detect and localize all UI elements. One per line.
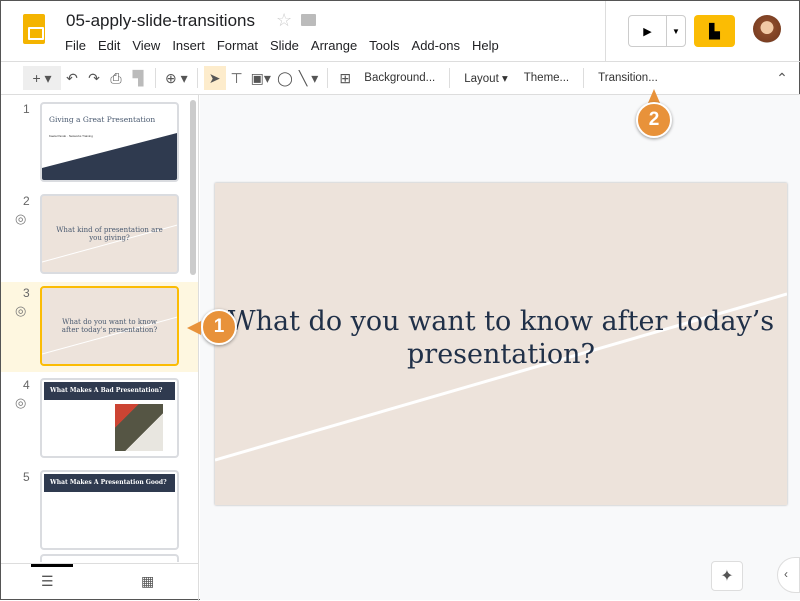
callout-pointer	[187, 321, 201, 335]
callout-pointer	[648, 89, 660, 103]
redo-icon[interactable]: ↷	[83, 66, 105, 90]
callout-2: 2	[636, 102, 672, 138]
collapse-icon[interactable]: ⌃	[771, 66, 793, 90]
divider	[605, 1, 606, 61]
image-icon[interactable]: ▣▾	[248, 66, 274, 90]
callout-1: 1	[201, 309, 237, 345]
slide-number: 5	[23, 470, 30, 484]
explore-icon: ✦	[720, 568, 734, 585]
slides-logo[interactable]	[23, 14, 45, 44]
active-indicator	[31, 564, 73, 567]
share-icon: ▙	[709, 22, 720, 39]
menu-view[interactable]: View	[132, 38, 160, 53]
transition-icon: ◎	[15, 395, 27, 410]
avatar[interactable]	[753, 15, 781, 43]
document-title[interactable]: 05-apply-slide-transitions	[66, 11, 255, 31]
line-icon[interactable]: ╲ ▾	[296, 66, 321, 90]
transition-button[interactable]: Transition...	[590, 72, 666, 84]
divider	[449, 68, 451, 88]
menu-addons[interactable]: Add-ons	[412, 38, 460, 53]
textbox-icon[interactable]: ⊤	[226, 66, 248, 90]
divider	[155, 68, 156, 88]
slide-thumb-1[interactable]: Giving a Great Presentation Kaela Pando …	[40, 102, 179, 182]
slide-thumb-4[interactable]: What Makes A Bad Presentation?	[40, 378, 179, 458]
menu-tools[interactable]: Tools	[369, 38, 399, 53]
filmstrip-scrollbar[interactable]	[190, 100, 196, 275]
menu-file[interactable]: File	[65, 38, 86, 53]
menu-insert[interactable]: Insert	[172, 38, 205, 53]
slide-number: 1	[23, 102, 30, 116]
present-button[interactable]: ▶ ▼	[628, 15, 686, 47]
slide-thumb-2[interactable]: What kind of presentation are you giving…	[40, 194, 179, 274]
layout-button[interactable]: Layout ▾	[456, 71, 516, 85]
slide-number: 2	[23, 194, 30, 208]
slide-thumb-5[interactable]: What Makes A Presentation Good?	[40, 470, 179, 550]
divider	[327, 68, 329, 88]
present-icon[interactable]: ▶	[629, 16, 667, 46]
chevron-down-icon[interactable]: ▼	[667, 16, 685, 46]
slide-number: 4	[23, 378, 30, 392]
slide-number: 3	[23, 286, 30, 300]
transition-icon: ◎	[15, 211, 27, 226]
shape-icon[interactable]: ◯	[274, 66, 296, 90]
grid-view-icon[interactable]: ▦	[141, 573, 154, 590]
zoom-icon[interactable]: ⊕ ▾	[162, 66, 191, 90]
thumb-title: What Makes A Presentation Good?	[44, 474, 175, 492]
divider	[583, 68, 585, 88]
current-slide[interactable]: What do you want to know after today’s p…	[215, 183, 787, 505]
filmstrip-view-icon[interactable]: ☰	[41, 573, 54, 590]
menu-help[interactable]: Help	[472, 38, 499, 53]
menu-edit[interactable]: Edit	[98, 38, 120, 53]
theme-button[interactable]: Theme...	[516, 72, 577, 84]
view-switcher: ☰ ▦	[1, 563, 199, 601]
background-button[interactable]: Background...	[356, 72, 443, 84]
layout-label: Layout	[464, 73, 499, 85]
print-icon[interactable]: ⎙	[105, 66, 127, 90]
slide-title[interactable]: What do you want to know after today’s p…	[215, 305, 787, 371]
transition-icon: ◎	[15, 303, 27, 318]
thumb-title: What do you want to know after today's p…	[61, 318, 158, 334]
paint-format-icon[interactable]: ▜	[127, 66, 149, 90]
undo-icon[interactable]: ↶	[61, 66, 83, 90]
select-icon[interactable]: ➤	[203, 66, 226, 90]
slide-thumb-6[interactable]	[40, 554, 179, 562]
toolbar: + ▾ ↶ ↷ ⎙ ▜ ⊕ ▾ ➤ ⊤ ▣▾ ◯ ╲ ▾ ⊞ Backgroun…	[1, 61, 800, 95]
share-button[interactable]: ▙	[694, 15, 735, 47]
thumb-photo	[115, 404, 163, 451]
divider	[196, 68, 198, 88]
folder-icon[interactable]	[301, 14, 316, 26]
menu-format[interactable]: Format	[217, 38, 258, 53]
comment-icon[interactable]: ⊞	[334, 66, 356, 90]
thumb-title: What kind of presentation are you giving…	[56, 226, 163, 242]
slide-thumb-3[interactable]: What do you want to know after today's p…	[40, 286, 179, 366]
thumb-title: What Makes A Bad Presentation?	[44, 382, 175, 400]
filmstrip: 1 Giving a Great Presentation Kaela Pand…	[1, 95, 199, 563]
explore-button[interactable]: ✦	[711, 561, 743, 591]
menu-bar: File Edit View Insert Format Slide Arran…	[65, 38, 499, 53]
new-slide-button[interactable]: + ▾	[23, 66, 61, 90]
menu-slide[interactable]: Slide	[270, 38, 299, 53]
menu-arrange[interactable]: Arrange	[311, 38, 357, 53]
star-icon[interactable]: ☆	[276, 10, 292, 31]
thumb-decoration	[42, 133, 177, 180]
